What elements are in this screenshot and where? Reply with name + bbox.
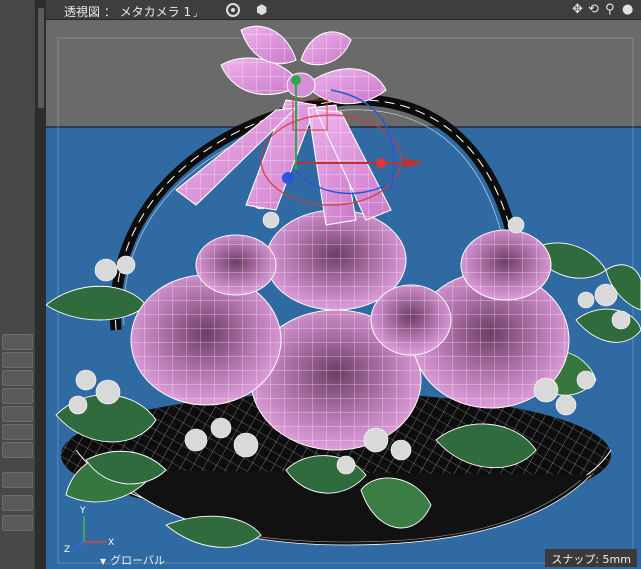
panel-button[interactable] — [2, 424, 33, 440]
axis-y-label: Y — [79, 506, 86, 516]
axis-x-label: X — [108, 538, 114, 548]
pan-icon[interactable]: ✥ — [572, 2, 583, 17]
snap-indicator[interactable]: スナップ: 5mm — [545, 549, 637, 567]
panel-splitter[interactable] — [36, 0, 46, 569]
app-window: 透視図 ： メタカメラ 1 ⌟ ⬢ ✥ ⟲ ⚲ ● Y X Z ▼ グローバル … — [0, 0, 641, 569]
render-mode-icon[interactable] — [226, 3, 240, 17]
scroll-thumb[interactable] — [38, 8, 44, 108]
panel-button[interactable] — [2, 472, 33, 488]
cube-icon[interactable]: ⬢ — [256, 3, 267, 18]
fit-icon[interactable]: ● — [622, 2, 633, 17]
coordinate-system-label: グローバル — [110, 554, 166, 567]
panel-button[interactable] — [2, 388, 33, 404]
panel-button[interactable] — [2, 352, 33, 368]
panel-button[interactable] — [2, 495, 33, 511]
chevron-down-icon: ▼ — [100, 557, 107, 566]
panel-button[interactable] — [2, 515, 33, 531]
panel-button[interactable] — [2, 334, 33, 350]
scene-render[interactable]: Y X Z — [46, 20, 641, 569]
coordinate-system-dropdown[interactable]: ▼ グローバル — [100, 552, 165, 568]
axis-z-label: Z — [64, 545, 70, 555]
rotate-icon[interactable]: ⟲ — [588, 2, 599, 17]
viewport-header: 透視図 ： メタカメラ 1 ⌟ ⬢ ✥ ⟲ ⚲ ● — [46, 0, 641, 20]
panel-button[interactable] — [2, 442, 33, 458]
panel-button[interactable] — [2, 406, 33, 422]
zoom-icon[interactable]: ⚲ — [605, 2, 615, 17]
perspective-viewport[interactable]: 透視図 ： メタカメラ 1 ⌟ ⬢ ✥ ⟲ ⚲ ● Y X Z ▼ グローバル … — [46, 0, 641, 569]
panel-button[interactable] — [2, 370, 33, 386]
left-panel — [0, 0, 36, 569]
viewport-title[interactable]: 透視図 ： メタカメラ 1 ⌟ — [64, 3, 197, 20]
